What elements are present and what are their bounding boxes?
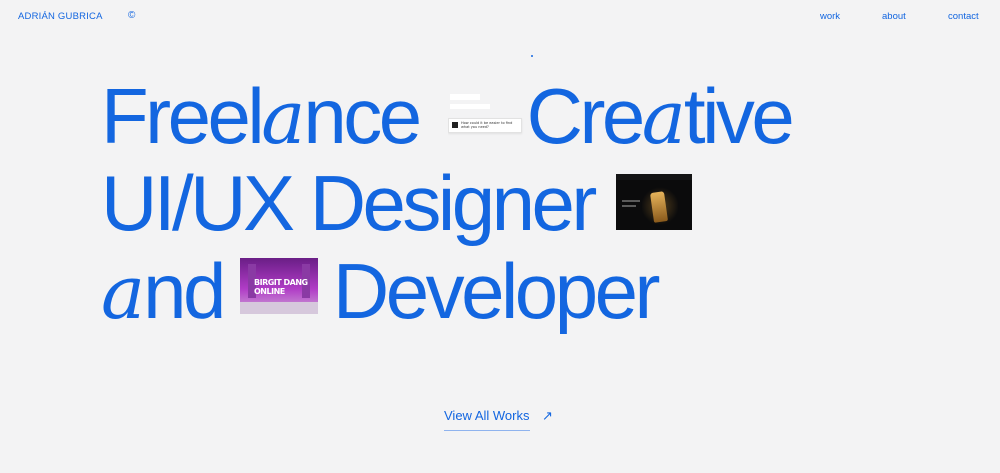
headline-word-developer: Developer bbox=[332, 247, 661, 335]
thumb-ui-card: How could it be easier to find what you … bbox=[448, 118, 522, 133]
headline-line-1: Freelance Creative bbox=[101, 76, 795, 158]
thumb-ui-card-text: How could it be easier to find what you … bbox=[461, 121, 513, 129]
nav-about-link[interactable]: about bbox=[882, 11, 906, 22]
headline-word-creative: Creative bbox=[526, 72, 795, 161]
project-thumbnail-dark[interactable] bbox=[616, 174, 692, 230]
thumb-ui-bar bbox=[450, 94, 480, 100]
brand-logo-link[interactable]: ADRIÁN GUBRICA bbox=[18, 11, 103, 22]
project-thumbnail-ui[interactable]: How could it be easier to find what you … bbox=[448, 94, 524, 140]
nav-work-link[interactable]: work bbox=[820, 11, 840, 22]
project-thumbnail-purple[interactable]: BIRGIT DANG ONLINE bbox=[240, 258, 318, 314]
view-all-works-link[interactable]: View All Works bbox=[444, 408, 530, 431]
nav-contact-link[interactable]: contact bbox=[948, 11, 979, 22]
arrow-up-right-icon[interactable]: ↗ bbox=[542, 408, 553, 424]
thumb-dark-text-bar bbox=[622, 205, 636, 207]
decorative-dot bbox=[531, 55, 533, 57]
headline-line-3: and Developer bbox=[101, 251, 660, 333]
thumb-purple-floor bbox=[240, 302, 318, 314]
thumb-dark-text-bar bbox=[622, 200, 640, 202]
headline-word-and: and bbox=[101, 247, 226, 336]
thumb-ui-card-icon bbox=[452, 122, 458, 128]
thumb-ui-bar bbox=[450, 104, 490, 109]
thumb-dark-nav bbox=[616, 174, 692, 180]
headline-line-2: UI/UX Designer bbox=[101, 159, 597, 247]
headline-word-freelance: Freelance bbox=[101, 72, 422, 161]
copyright-icon: © bbox=[128, 10, 136, 21]
thumb-purple-label: BIRGIT DANG ONLINE bbox=[254, 278, 308, 296]
